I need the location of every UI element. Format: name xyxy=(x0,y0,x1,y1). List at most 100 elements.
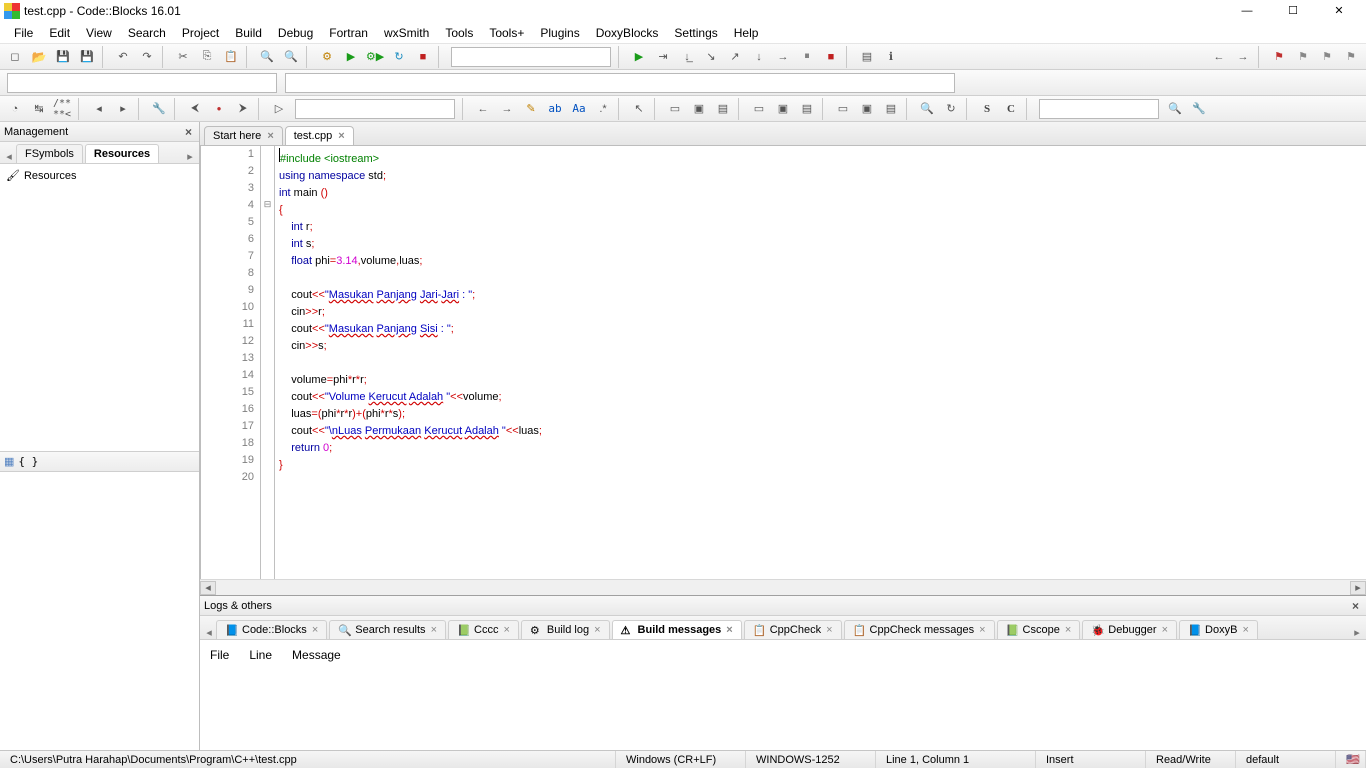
jump-back-icon[interactable]: ⮜ xyxy=(184,98,206,120)
run-icon[interactable] xyxy=(340,46,362,68)
nav-back-icon[interactable] xyxy=(1208,46,1230,68)
highlight-prev-icon[interactable] xyxy=(472,98,494,120)
rect9-icon[interactable]: ▤ xyxy=(880,98,902,120)
text-match-icon[interactable]: ab xyxy=(544,98,566,120)
next-instr-icon[interactable]: ↓ xyxy=(748,46,770,68)
highlight-next-icon[interactable] xyxy=(496,98,518,120)
log-tab-close-icon[interactable]: × xyxy=(503,624,509,636)
clear-bookmarks-icon[interactable] xyxy=(1340,46,1362,68)
fold-gutter[interactable]: ⊟ xyxy=(261,146,275,579)
col-line[interactable]: Line xyxy=(249,646,290,664)
log-tab-cppcheckmessages[interactable]: 📋CppCheck messages× xyxy=(844,620,995,639)
redo-icon[interactable] xyxy=(136,46,158,68)
match-case-icon[interactable]: Aa xyxy=(568,98,590,120)
log-tab-cscope[interactable]: 📗Cscope× xyxy=(997,620,1081,639)
minimize-button[interactable]: — xyxy=(1224,0,1270,22)
doc-back-icon[interactable]: ◂ xyxy=(88,98,110,120)
status-lang-icon[interactable]: 🇺🇸 xyxy=(1336,751,1366,768)
copy-icon[interactable]: ⎘ xyxy=(196,46,218,68)
next-bookmark-icon[interactable] xyxy=(1316,46,1338,68)
refresh-icon[interactable]: ↻ xyxy=(940,98,962,120)
prev-bookmark-icon[interactable] xyxy=(1292,46,1314,68)
scroll-left-icon[interactable]: ◂ xyxy=(200,581,216,595)
menu-debug[interactable]: Debug xyxy=(270,24,321,42)
search-go-icon[interactable] xyxy=(1164,98,1186,120)
abort-icon[interactable] xyxy=(412,46,434,68)
menu-fortran[interactable]: Fortran xyxy=(321,24,376,42)
run-to-cursor-icon[interactable]: ⇥ xyxy=(652,46,674,68)
log-tab-close-icon[interactable]: × xyxy=(1065,624,1071,636)
open-file-icon[interactable] xyxy=(28,46,50,68)
menu-edit[interactable]: Edit xyxy=(41,24,78,42)
paste-icon[interactable]: 📋 xyxy=(220,46,242,68)
maximize-button[interactable]: ☐ xyxy=(1270,0,1316,22)
zoom-icon[interactable] xyxy=(916,98,938,120)
build-icon[interactable] xyxy=(316,46,338,68)
logs-tab-scroll-left-icon[interactable]: ◂ xyxy=(202,626,216,639)
break-debugger-icon[interactable]: ⏸ xyxy=(796,46,818,68)
wrench-icon[interactable]: 🔧 xyxy=(148,98,170,120)
menu-doxyblocks[interactable]: DoxyBlocks xyxy=(588,24,667,42)
scroll-right-icon[interactable]: ▸ xyxy=(1350,581,1366,595)
col-file[interactable]: File xyxy=(210,646,247,664)
step-instr-icon[interactable]: → xyxy=(772,46,794,68)
new-file-icon[interactable] xyxy=(4,46,26,68)
settings2-icon[interactable]: 🔧 xyxy=(1188,98,1210,120)
debug-continue-icon[interactable] xyxy=(628,46,650,68)
tab-fsymbols[interactable]: FSymbols xyxy=(16,144,83,163)
rect7-icon[interactable] xyxy=(832,98,854,120)
logs-close-icon[interactable]: × xyxy=(1349,599,1362,613)
layers-icon[interactable]: ▦ xyxy=(4,455,14,468)
jump-marker-icon[interactable] xyxy=(208,98,230,120)
tab-resources[interactable]: Resources xyxy=(85,144,159,163)
comment-icon[interactable]: /** **< xyxy=(52,98,74,120)
menu-build[interactable]: Build xyxy=(227,24,270,42)
doc-fwd-icon[interactable]: ▸ xyxy=(112,98,134,120)
scope-dropdown[interactable] xyxy=(7,73,277,93)
menu-view[interactable]: View xyxy=(78,24,120,42)
build-run-icon[interactable]: ⚙▶ xyxy=(364,46,386,68)
log-tab-close-icon[interactable]: × xyxy=(594,624,600,636)
drive-icon[interactable]: ◔ xyxy=(4,98,26,120)
undo-icon[interactable] xyxy=(112,46,134,68)
log-tab-close-icon[interactable]: × xyxy=(1242,624,1248,636)
log-tab-debugger[interactable]: 🐞Debugger× xyxy=(1082,620,1177,639)
col-message[interactable]: Message xyxy=(292,646,359,664)
code-content[interactable]: #include <iostream>using namespace std;i… xyxy=(275,146,1366,579)
management-close-icon[interactable]: × xyxy=(182,125,195,139)
menu-plugins[interactable]: Plugins xyxy=(532,24,587,42)
log-tab-codeblocks[interactable]: 📘Code::Blocks× xyxy=(216,620,327,639)
build-messages-table[interactable]: File Line Message xyxy=(200,640,1366,750)
menu-tools[interactable]: Tools+ xyxy=(481,24,532,42)
next-line-icon[interactable]: ↓̲ xyxy=(676,46,698,68)
close-button[interactable]: ✕ xyxy=(1316,0,1362,22)
log-tab-close-icon[interactable]: × xyxy=(979,624,985,636)
scroll-track[interactable] xyxy=(216,581,1350,595)
tree-root-node[interactable]: 🖌 Resources xyxy=(4,168,195,183)
menu-settings[interactable]: Settings xyxy=(666,24,725,42)
function-dropdown[interactable] xyxy=(285,73,955,93)
highlight-icon[interactable] xyxy=(520,98,542,120)
menu-search[interactable]: Search xyxy=(120,24,174,42)
step-out-icon[interactable]: ↗ xyxy=(724,46,746,68)
rect4-icon[interactable] xyxy=(748,98,770,120)
log-tab-cccc[interactable]: 📗Cccc× xyxy=(448,620,519,639)
menu-file[interactable]: File xyxy=(6,24,41,42)
resources-tree[interactable]: 🖌 Resources xyxy=(0,164,199,451)
menu-tools[interactable]: Tools xyxy=(437,24,481,42)
c-icon[interactable]: C xyxy=(1000,98,1022,120)
log-tab-buildlog[interactable]: ⚙Build log× xyxy=(521,620,610,639)
toggle-source-icon[interactable]: ↹ xyxy=(28,98,50,120)
regex-icon[interactable]: .* xyxy=(592,98,614,120)
menu-wxsmith[interactable]: wxSmith xyxy=(376,24,437,42)
doxy-target-dropdown[interactable] xyxy=(295,99,455,119)
menu-help[interactable]: Help xyxy=(726,24,767,42)
find-icon[interactable] xyxy=(256,46,278,68)
log-tab-buildmessages[interactable]: ⚠Build messages× xyxy=(612,620,742,639)
rect1-icon[interactable] xyxy=(664,98,686,120)
mgmt-tab-scroll-right-icon[interactable]: ▸ xyxy=(183,150,197,163)
tab-close-icon[interactable]: × xyxy=(338,130,344,142)
stop-debugger-icon[interactable] xyxy=(820,46,842,68)
rect6-icon[interactable]: ▤ xyxy=(796,98,818,120)
replace-icon[interactable] xyxy=(280,46,302,68)
